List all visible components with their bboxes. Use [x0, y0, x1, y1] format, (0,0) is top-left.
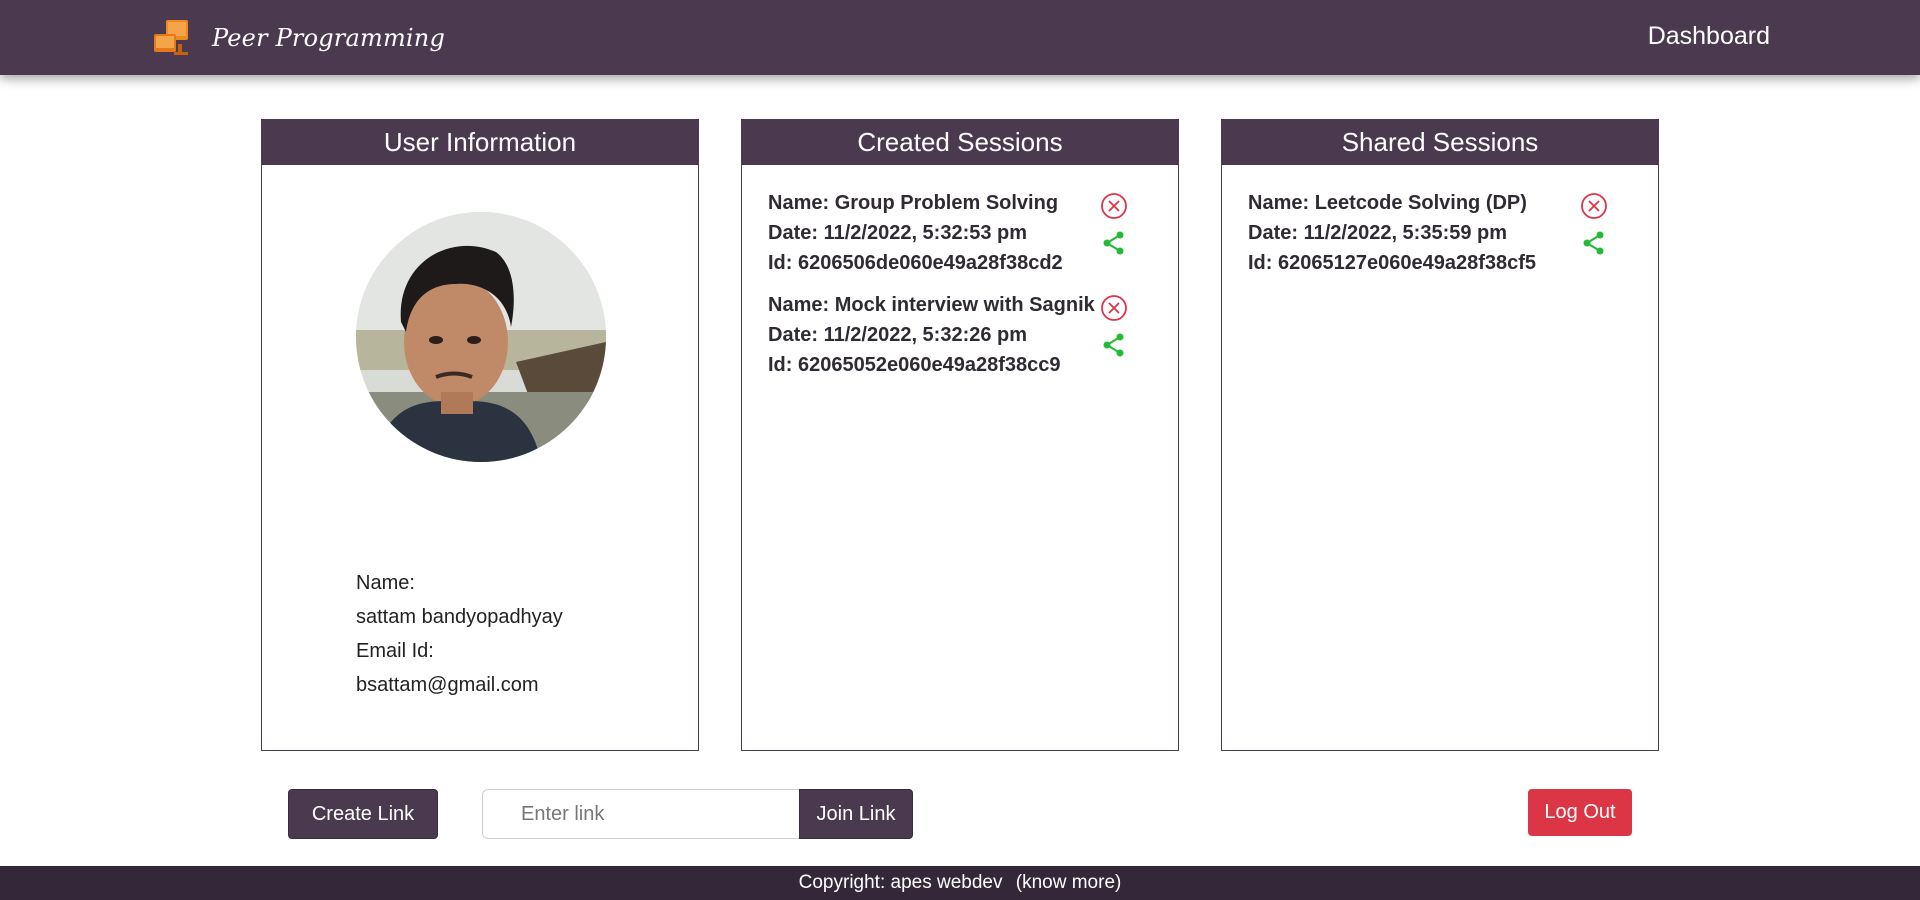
delete-icon[interactable] [1100, 192, 1128, 220]
know-more-link[interactable]: (know more) [1016, 872, 1122, 893]
session-actions [1100, 192, 1128, 257]
card-title: User Information [262, 120, 698, 165]
session-item: Name: Mock interview with Sagnik Date: 1… [768, 290, 1158, 392]
link-input[interactable] [482, 789, 799, 839]
share-icon[interactable] [1100, 229, 1128, 257]
created-sessions-card: Created Sessions Name: Group Problem Sol… [741, 119, 1179, 751]
shared-sessions-list: Name: Leetcode Solving (DP) Date: 11/2/2… [1248, 188, 1638, 290]
name-label: Name: [356, 572, 415, 594]
user-information-card: User Information Name: sattam bandyopadh… [261, 119, 699, 751]
logout-button[interactable]: Log Out [1528, 789, 1632, 836]
share-icon[interactable] [1580, 229, 1608, 257]
create-link-button[interactable]: Create Link [288, 789, 438, 839]
share-icon[interactable] [1100, 331, 1128, 359]
footer: Copyright: apes webdev (know more) [0, 866, 1920, 900]
user-email: bsattam@gmail.com [356, 674, 539, 696]
session-actions [1100, 294, 1128, 359]
brand[interactable]: Peer Programming [152, 18, 445, 58]
user-name: sattam bandyopadhyay [356, 606, 563, 628]
brand-logo-icon [152, 18, 192, 58]
dashboard-link[interactable]: Dashboard [1648, 22, 1770, 51]
user-details: Name: sattam bandyopadhyay Email Id: bsa… [356, 566, 563, 702]
brand-name: Peer Programming [212, 24, 446, 52]
card-title: Shared Sessions [1222, 120, 1658, 165]
navbar: Peer Programming Dashboard [0, 0, 1920, 75]
shared-sessions-card: Shared Sessions Name: Leetcode Solving (… [1221, 119, 1659, 751]
card-title: Created Sessions [742, 120, 1178, 165]
copyright-text: Copyright: apes webdev [798, 872, 1003, 893]
session-actions [1580, 192, 1608, 257]
email-label: Email Id: [356, 640, 434, 662]
join-link-button[interactable]: Join Link [799, 789, 913, 839]
avatar [356, 212, 606, 462]
session-item: Name: Group Problem Solving Date: 11/2/2… [768, 188, 1158, 290]
session-item: Name: Leetcode Solving (DP) Date: 11/2/2… [1248, 188, 1638, 290]
delete-icon[interactable] [1100, 294, 1128, 322]
delete-icon[interactable] [1580, 192, 1608, 220]
created-sessions-list: Name: Group Problem Solving Date: 11/2/2… [768, 188, 1158, 392]
